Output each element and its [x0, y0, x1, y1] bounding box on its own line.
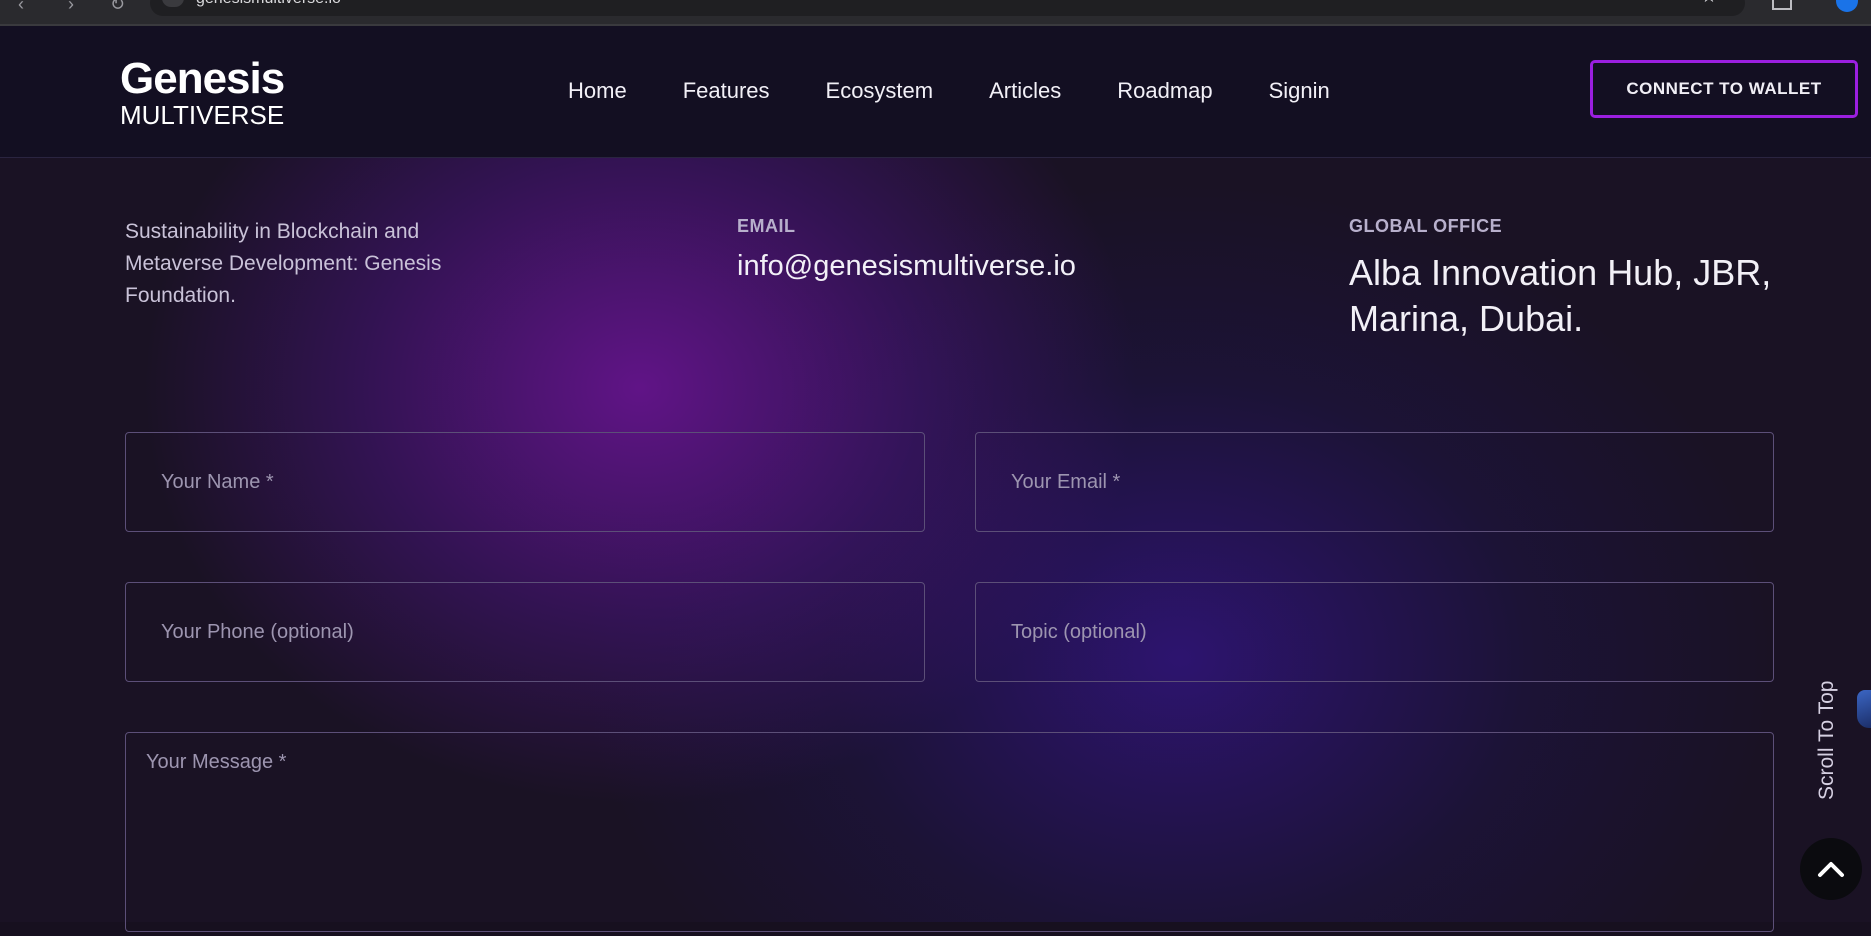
connect-wallet-button[interactable]: CONNECT TO WALLET	[1590, 60, 1858, 118]
logo-subtitle: MULTIVERSE	[120, 100, 285, 130]
message-textarea[interactable]	[126, 733, 1773, 931]
site-header: Genesis MULTIVERSE Home Features Ecosyst…	[0, 26, 1871, 158]
scroll-to-top-button[interactable]	[1800, 838, 1862, 900]
contact-intro-text: Sustainability in Blockchain and Metaver…	[125, 220, 442, 307]
email-link[interactable]: info@genesismultiverse.io	[737, 250, 1076, 283]
name-input[interactable]	[126, 433, 924, 531]
reload-icon[interactable]: ↻	[110, 0, 125, 15]
phone-field-box	[125, 582, 925, 682]
global-office-label: GLOBAL OFFICE	[1349, 216, 1503, 236]
decorative-swoosh	[1857, 690, 1871, 728]
address-bar[interactable]: genesismultiverse.io ★	[150, 0, 1745, 16]
nav-home[interactable]: Home	[568, 78, 627, 104]
nav-articles[interactable]: Articles	[989, 78, 1061, 104]
genesis-logo[interactable]: Genesis MULTIVERSE	[44, 54, 304, 130]
email-label: EMAIL	[737, 216, 796, 236]
nav-roadmap[interactable]: Roadmap	[1117, 78, 1212, 104]
email-field-box	[975, 432, 1774, 532]
email-input[interactable]	[976, 433, 1773, 531]
site-info-icon[interactable]	[162, 0, 184, 7]
chevron-up-icon	[1818, 862, 1844, 877]
profile-avatar-icon[interactable]	[1836, 0, 1858, 12]
browser-toolbar: ‹ › ↻ genesismultiverse.io ★	[0, 0, 1871, 26]
star-icon[interactable]: ★	[1701, 0, 1717, 7]
nav-signin[interactable]: Signin	[1269, 78, 1330, 104]
main-nav: Home Features Ecosystem Articles Roadmap…	[568, 78, 1386, 104]
logo-wordmark: Genesis	[120, 54, 285, 103]
name-field-box	[125, 432, 925, 532]
nav-ecosystem[interactable]: Ecosystem	[826, 78, 934, 104]
office-address: Alba Innovation Hub, JBR, Marina, Dubai.	[1349, 252, 1772, 339]
topic-field-box	[975, 582, 1774, 682]
topic-input[interactable]	[976, 583, 1773, 681]
forward-arrow-icon[interactable]: ›	[68, 0, 74, 15]
url-text: genesismultiverse.io	[196, 0, 341, 8]
logo-g-icon	[48, 68, 108, 119]
back-arrow-icon[interactable]: ‹	[18, 0, 24, 15]
phone-input[interactable]	[126, 583, 924, 681]
message-field-box	[125, 732, 1774, 932]
nav-features[interactable]: Features	[683, 78, 770, 104]
scroll-to-top-label[interactable]: Scroll To Top	[1815, 681, 1839, 800]
extensions-icon[interactable]	[1772, 0, 1792, 10]
contact-section: Sustainability in Blockchain and Metaver…	[0, 158, 1871, 932]
